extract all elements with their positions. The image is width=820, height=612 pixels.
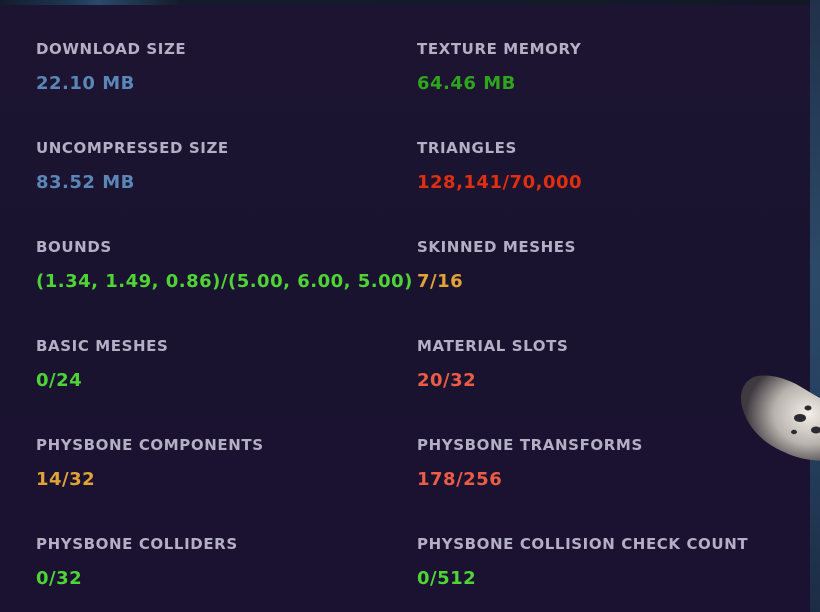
performance-stats-panel: DOWNLOAD SIZE 22.10 MB TEXTURE MEMORY 64… bbox=[0, 5, 810, 612]
stat-label: DOWNLOAD SIZE bbox=[36, 40, 187, 58]
stat-label: UNCOMPRESSED SIZE bbox=[36, 139, 229, 157]
stat-value: 128,141/70,000 bbox=[417, 172, 583, 193]
stat-label: PHYSBONE COMPONENTS bbox=[36, 436, 264, 454]
stat-value: (1.34, 1.49, 0.86)/(5.00, 6.00, 5.00) bbox=[36, 271, 413, 292]
stat-value: 178/256 bbox=[417, 469, 503, 490]
stat-uncompressed-size: UNCOMPRESSED SIZE 83.52 MB bbox=[36, 139, 416, 193]
stat-label: SKINNED MESHES bbox=[417, 238, 577, 256]
stat-value: 0/512 bbox=[417, 568, 477, 589]
stat-physbone-collision-check-count: PHYSBONE COLLISION CHECK COUNT 0/512 bbox=[417, 535, 797, 589]
stat-download-size: DOWNLOAD SIZE 22.10 MB bbox=[36, 40, 416, 94]
stat-value: 22.10 MB bbox=[36, 73, 135, 94]
stat-label: TRIANGLES bbox=[417, 139, 517, 157]
stat-texture-memory: TEXTURE MEMORY 64.46 MB bbox=[417, 40, 797, 94]
stat-label: PHYSBONE COLLIDERS bbox=[36, 535, 238, 553]
stat-triangles: TRIANGLES 128,141/70,000 bbox=[417, 139, 797, 193]
stat-label: PHYSBONE COLLISION CHECK COUNT bbox=[417, 535, 749, 553]
stat-physbone-colliders: PHYSBONE COLLIDERS 0/32 bbox=[36, 535, 416, 589]
stat-label: MATERIAL SLOTS bbox=[417, 337, 569, 355]
stat-value: 64.46 MB bbox=[417, 73, 516, 94]
stat-value: 7/16 bbox=[417, 271, 464, 292]
avatar-model-fragment bbox=[741, 375, 820, 461]
avatar-stats-screen: DOWNLOAD SIZE 22.10 MB TEXTURE MEMORY 64… bbox=[0, 0, 820, 612]
stat-label: BOUNDS bbox=[36, 238, 112, 256]
stat-basic-meshes: BASIC MESHES 0/24 bbox=[36, 337, 416, 391]
right-background-edge bbox=[810, 0, 820, 612]
stat-label: TEXTURE MEMORY bbox=[417, 40, 582, 58]
stat-bounds: BOUNDS (1.34, 1.49, 0.86)/(5.00, 6.00, 5… bbox=[36, 238, 416, 292]
stat-physbone-components: PHYSBONE COMPONENTS 14/32 bbox=[36, 436, 416, 490]
stat-label: BASIC MESHES bbox=[36, 337, 169, 355]
stat-value: 0/32 bbox=[36, 568, 83, 589]
stat-skinned-meshes: SKINNED MESHES 7/16 bbox=[417, 238, 797, 292]
stat-value: 83.52 MB bbox=[36, 172, 135, 193]
stat-value: 14/32 bbox=[36, 469, 96, 490]
stat-value: 0/24 bbox=[36, 370, 83, 391]
